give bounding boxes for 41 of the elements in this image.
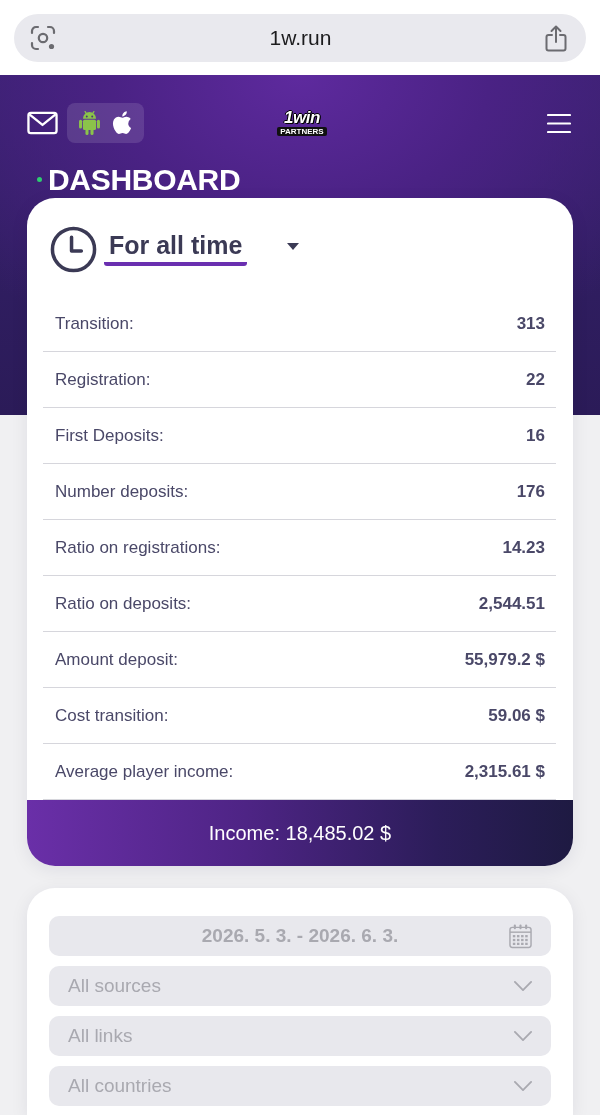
chevron-down-icon [514,1081,532,1091]
page-title: DASHBOARD [48,162,241,198]
apple-icon[interactable] [112,111,132,135]
share-icon[interactable] [545,24,567,52]
stat-label: Cost transition: [55,705,169,726]
dot-icon [37,177,42,182]
caret-icon [287,243,300,250]
stat-value: 2,315.61 $ [464,761,545,782]
stat-value: 22 [526,369,545,390]
stat-label: Number deposits: [55,481,189,502]
period-dropdown[interactable]: For all time [104,230,300,266]
mail-icon[interactable] [27,111,58,135]
chevron-down-icon [514,1031,532,1041]
stat-value: 176 [516,481,545,502]
url-text[interactable]: 1w.run [269,26,332,50]
menu-icon[interactable] [547,112,571,134]
address-bar[interactable]: 1w.run [14,14,586,62]
stat-value: 55,979.2 $ [464,649,545,670]
camera-scan-icon[interactable] [30,25,56,51]
dropdown-field[interactable]: All countries [49,1066,551,1106]
android-robot-icon[interactable] [79,111,100,135]
logo-wordmark[interactable]: 1win [284,110,320,126]
stat-label: First Deposits: [55,425,164,446]
dropdown-field[interactable]: All sources [49,966,551,1006]
logo-tagline: PARTNERS [277,127,327,136]
stat-label: Amount deposit: [55,649,178,670]
stat-label: Ratio on deposits: [55,593,192,614]
stat-label: Ratio on registrations: [55,537,221,558]
stat-value: 313 [516,313,545,334]
income-total-bar: Income: 18,485.02 $ [27,800,573,866]
stat-value: 16 [526,425,545,446]
stat-label: Average player income: [55,761,234,782]
stat-value: 2,544.51 [478,593,545,614]
clock-icon [50,226,97,273]
stat-value: 59.06 $ [488,705,545,726]
stat-value: 14.23 [502,537,545,558]
dropdown-field[interactable]: All links [49,1016,551,1056]
stat-label: Registration: [55,369,151,390]
calendar-icon [509,923,532,949]
chevron-down-icon [514,981,532,991]
stat-label: Transition: [55,313,134,334]
